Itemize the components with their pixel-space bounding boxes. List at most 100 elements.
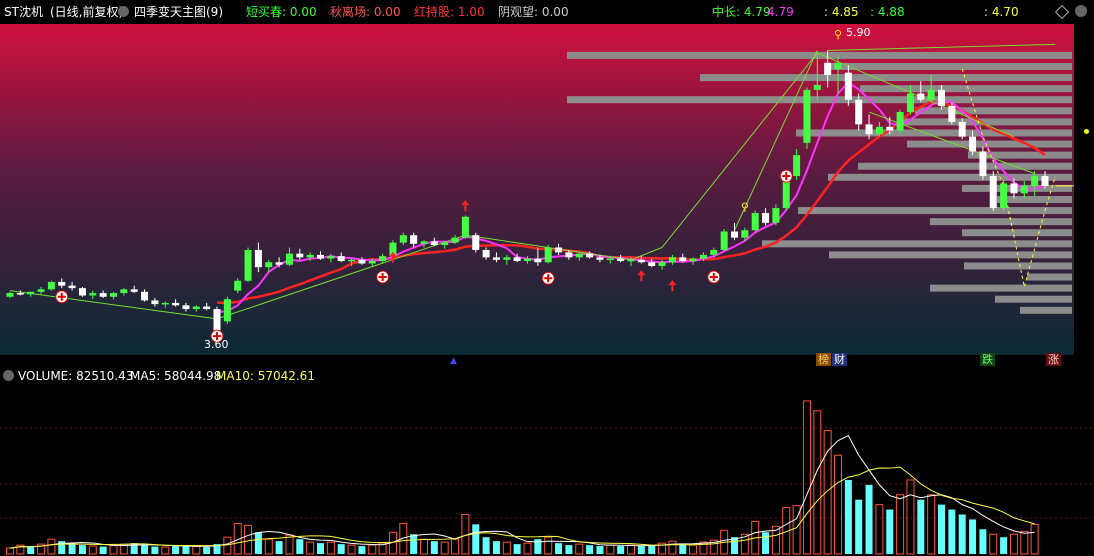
buy-signal-icon (541, 271, 555, 285)
volume-bar (513, 544, 521, 554)
tag-die[interactable]: 跌 (980, 353, 995, 366)
volume-profile-bar (930, 218, 1072, 226)
volume-profile-bar (829, 251, 1072, 259)
candle-body (130, 289, 138, 292)
ma5-value: MA5: 58044.98 (130, 369, 222, 383)
candle-body (213, 309, 221, 332)
volume-bar (502, 541, 511, 555)
volume-profile-bar (930, 284, 1072, 292)
candle-body (958, 121, 966, 137)
candle-body (948, 105, 956, 122)
candle-body (47, 281, 55, 290)
header-item-3: 阴观望: 0.00 (498, 5, 569, 19)
candle-body (503, 257, 511, 260)
chart-mode: (日线,前复权) (50, 5, 124, 19)
volume-bar (523, 542, 532, 555)
up-arrow-icon: ▲ (450, 356, 457, 366)
candle-body (285, 253, 293, 265)
volume-bar (420, 538, 428, 555)
tag-zhang[interactable]: 涨 (1046, 353, 1061, 366)
volume-bar (451, 538, 460, 555)
candle-body (606, 258, 614, 261)
volume-bar (99, 546, 107, 554)
tag-cai[interactable]: 财 (832, 353, 847, 366)
volume-bar (254, 532, 262, 554)
volume-profile-bar (762, 240, 1072, 248)
volume-bar (586, 545, 594, 554)
dropdown-icon[interactable] (118, 6, 129, 17)
volume-chart[interactable] (0, 386, 1094, 556)
header-right-item-4: : 4.70 (984, 5, 1019, 19)
volume-bar (347, 544, 356, 555)
candle-body (368, 261, 376, 264)
candle-body (1000, 183, 1008, 209)
candle-body (637, 259, 645, 263)
candle-body (844, 72, 852, 100)
candle-body (254, 249, 262, 268)
volume-bar (47, 538, 56, 555)
volume-bar (192, 546, 201, 555)
price-chart-svg: ⚲⚲ (0, 24, 1074, 355)
volume-bar (1000, 537, 1008, 554)
stock-name[interactable]: ST沈机 (4, 0, 43, 24)
volume-ma10-line (9, 466, 1035, 549)
volume-bar (78, 545, 86, 554)
volume-dropdown-icon[interactable] (3, 370, 14, 381)
candle-body (37, 289, 45, 292)
candle-body (203, 306, 211, 310)
volume-bar (317, 543, 324, 554)
candle-body (223, 299, 231, 322)
volume-bar (969, 519, 977, 554)
volume-bar (27, 547, 35, 554)
candle-body (420, 241, 428, 244)
candle-body (668, 257, 676, 263)
candle-body (172, 302, 180, 306)
candle-body (151, 300, 159, 305)
volume-bar (637, 546, 645, 554)
candle-body (813, 84, 821, 90)
candle-body (834, 62, 842, 69)
candle-body (886, 126, 894, 131)
candle-body (1041, 176, 1049, 186)
volume-bar (109, 545, 118, 555)
candle-body (244, 249, 252, 281)
candle-body (793, 155, 801, 177)
candle-body (679, 257, 687, 262)
volume-bar (1009, 533, 1018, 555)
candle-body (627, 259, 635, 262)
volume-bar (834, 454, 842, 555)
indicator-name[interactable]: 四季变天主图(9) (134, 0, 223, 24)
candle-body (492, 257, 500, 260)
volume-bar (679, 544, 687, 554)
volume-bar (617, 546, 625, 554)
volume-bar (648, 545, 656, 554)
close-icon[interactable] (1075, 5, 1087, 17)
volume-bar (172, 546, 180, 554)
volume-profile-bar (860, 85, 1072, 93)
volume-bar (203, 547, 211, 554)
candle-body (451, 237, 459, 243)
candle-body (989, 176, 997, 209)
indicator-header: ST沈机 (日线,前复权) 四季变天主图(9) 短买春: 0.00 秋离场: 0.… (0, 0, 1094, 24)
header-item-2: 红持股: 1.00 (414, 5, 485, 19)
candle-body (337, 256, 345, 262)
volume-bar (296, 539, 304, 554)
volume-bar (326, 541, 335, 555)
candle-body (296, 253, 304, 258)
header-right-item-2: : 4.85 (824, 5, 859, 19)
candle-body (110, 293, 117, 297)
tag-bang[interactable]: 榜 (816, 353, 831, 366)
price-chart[interactable]: ⚲ ⚲ 5.90 3.60 (0, 24, 1074, 355)
volume-bar (285, 534, 294, 555)
candle-body (1020, 185, 1028, 194)
volume-profile-bar (907, 140, 1072, 148)
volume-profile-bar (964, 262, 1072, 270)
candle-body (938, 89, 945, 106)
volume-profile-bar (1027, 273, 1072, 281)
high-price-label: 5.90 (846, 26, 871, 39)
volume-bar (244, 524, 253, 555)
volume-bar (906, 479, 915, 555)
volume-bar (606, 544, 615, 555)
volume-bar (689, 544, 698, 555)
candle-body (689, 258, 697, 262)
